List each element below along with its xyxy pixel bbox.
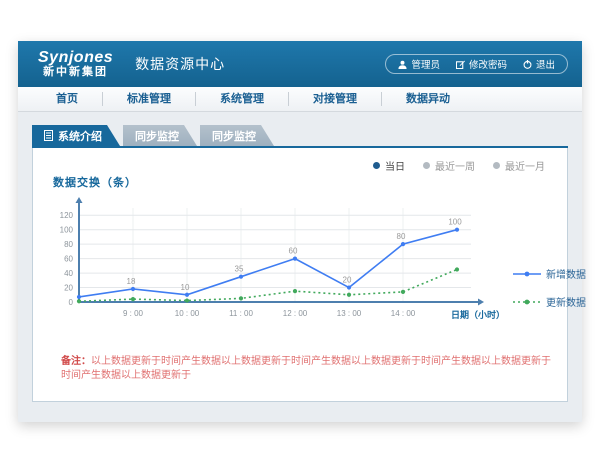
logout-button[interactable]: 退出 (523, 57, 555, 71)
radio-dot-icon (373, 162, 380, 169)
svg-text:12 : 00: 12 : 00 (283, 309, 308, 318)
range-filter-label: 当日 (385, 158, 405, 173)
edit-icon (456, 60, 465, 69)
footer-note: 备注：以上数据更新于时间产生数据以上数据更新于时间产生数据以上数据更新于时间产生… (61, 355, 551, 383)
range-filter-group: 当日 最近一周 最近一月 (373, 158, 545, 173)
user-icon (398, 60, 407, 69)
brand-logo: Synjones 新中新集团 (38, 50, 113, 78)
chart-legend: 新增数据 更新数据 (513, 194, 587, 336)
dotted-line-swatch-icon (513, 297, 541, 307)
y-axis-title: 数据交换（条） (53, 174, 137, 190)
nav-item-home[interactable]: 首页 (32, 92, 103, 106)
change-password-label: 修改密码 (469, 57, 507, 71)
document-icon (44, 130, 53, 141)
tab-sync-monitor-1[interactable]: 同步监控 (123, 125, 197, 146)
legend-item-update-data[interactable]: 更新数据 (513, 294, 587, 309)
chart-row: 0 20 40 60 80 100 120 9 : 00 10 : 00 11 : 00 12 : … (45, 194, 587, 336)
range-filter-label: 最近一月 (505, 158, 545, 173)
note-label: 备注： (61, 356, 91, 367)
tab-sync-monitor-2[interactable]: 同步监控 (200, 125, 274, 146)
svg-text:10 : 00: 10 : 00 (175, 309, 200, 318)
legend-item-new-data[interactable]: 新增数据 (513, 266, 587, 281)
range-filter-today[interactable]: 当日 (373, 158, 405, 173)
change-password-button[interactable]: 修改密码 (456, 57, 507, 71)
svg-text:100: 100 (448, 218, 462, 227)
svg-text:日期（小时）: 日期（小时） (451, 309, 505, 320)
legend-label: 更新数据 (546, 294, 586, 309)
radio-dot-icon (493, 162, 500, 169)
svg-text:9 : 00: 9 : 00 (123, 309, 144, 318)
page-title: 数据资源中心 (135, 54, 225, 74)
svg-text:14 : 00: 14 : 00 (391, 309, 416, 318)
radio-dot-icon (423, 162, 430, 169)
legend-label: 新增数据 (546, 266, 586, 281)
svg-text:18: 18 (127, 277, 136, 286)
svg-text:13 : 00: 13 : 00 (337, 309, 362, 318)
svg-text:40: 40 (64, 269, 73, 278)
user-name-label: 管理员 (411, 57, 440, 71)
main-nav: 首页 标准管理 系统管理 对接管理 数据异动 (18, 87, 582, 112)
tab-bar: 系统介绍 同步监控 同步监控 (32, 125, 568, 146)
tab-label: 同步监控 (135, 128, 179, 144)
content-area: 系统介绍 同步监控 同步监控 当日 最近一周 (18, 112, 582, 402)
svg-text:10: 10 (181, 283, 190, 292)
svg-text:80: 80 (64, 240, 73, 249)
svg-text:20: 20 (64, 284, 73, 293)
app-window: Synjones 新中新集团 数据资源中心 管理员 修改密码 退出 首页 标准管… (18, 41, 582, 422)
solid-line-swatch-icon (513, 269, 541, 279)
range-filter-last-week[interactable]: 最近一周 (423, 158, 475, 173)
brand-logo-cn: 新中新集团 (38, 67, 113, 79)
nav-item-standard-mgmt[interactable]: 标准管理 (103, 92, 196, 106)
chart-panel: 当日 最近一周 最近一月 数据交换（条） 0 20 40 60 80 100 120 9 : … (32, 148, 568, 402)
svg-text:60: 60 (289, 247, 298, 256)
svg-text:80: 80 (397, 232, 406, 241)
range-filter-label: 最近一周 (435, 158, 475, 173)
nav-item-interface-mgmt[interactable]: 对接管理 (289, 92, 382, 106)
power-icon (523, 60, 532, 69)
svg-text:60: 60 (64, 255, 73, 264)
tab-label: 同步监控 (212, 128, 256, 144)
svg-text:100: 100 (60, 226, 74, 235)
tab-label: 系统介绍 (58, 128, 102, 144)
range-filter-last-month[interactable]: 最近一月 (493, 158, 545, 173)
app-header: Synjones 新中新集团 数据资源中心 管理员 修改密码 退出 (18, 41, 582, 87)
svg-text:35: 35 (235, 265, 244, 274)
svg-text:120: 120 (60, 211, 74, 220)
user-menu[interactable]: 管理员 (398, 57, 440, 71)
user-toolbar: 管理员 修改密码 退出 (385, 54, 568, 74)
tab-system-intro[interactable]: 系统介绍 (32, 125, 120, 146)
logout-label: 退出 (536, 57, 555, 71)
note-text: 以上数据更新于时间产生数据以上数据更新于时间产生数据以上数据更新于时间产生数据以… (61, 356, 551, 381)
line-chart: 0 20 40 60 80 100 120 9 : 00 10 : 00 11 : 00 12 : … (45, 194, 507, 336)
svg-text:0: 0 (69, 298, 74, 307)
nav-item-data-change[interactable]: 数据异动 (382, 92, 474, 106)
svg-text:11 : 00: 11 : 00 (229, 309, 253, 318)
nav-item-system-mgmt[interactable]: 系统管理 (196, 92, 289, 106)
svg-text:20: 20 (343, 276, 352, 285)
brand-logo-en: Synjones (38, 50, 113, 67)
